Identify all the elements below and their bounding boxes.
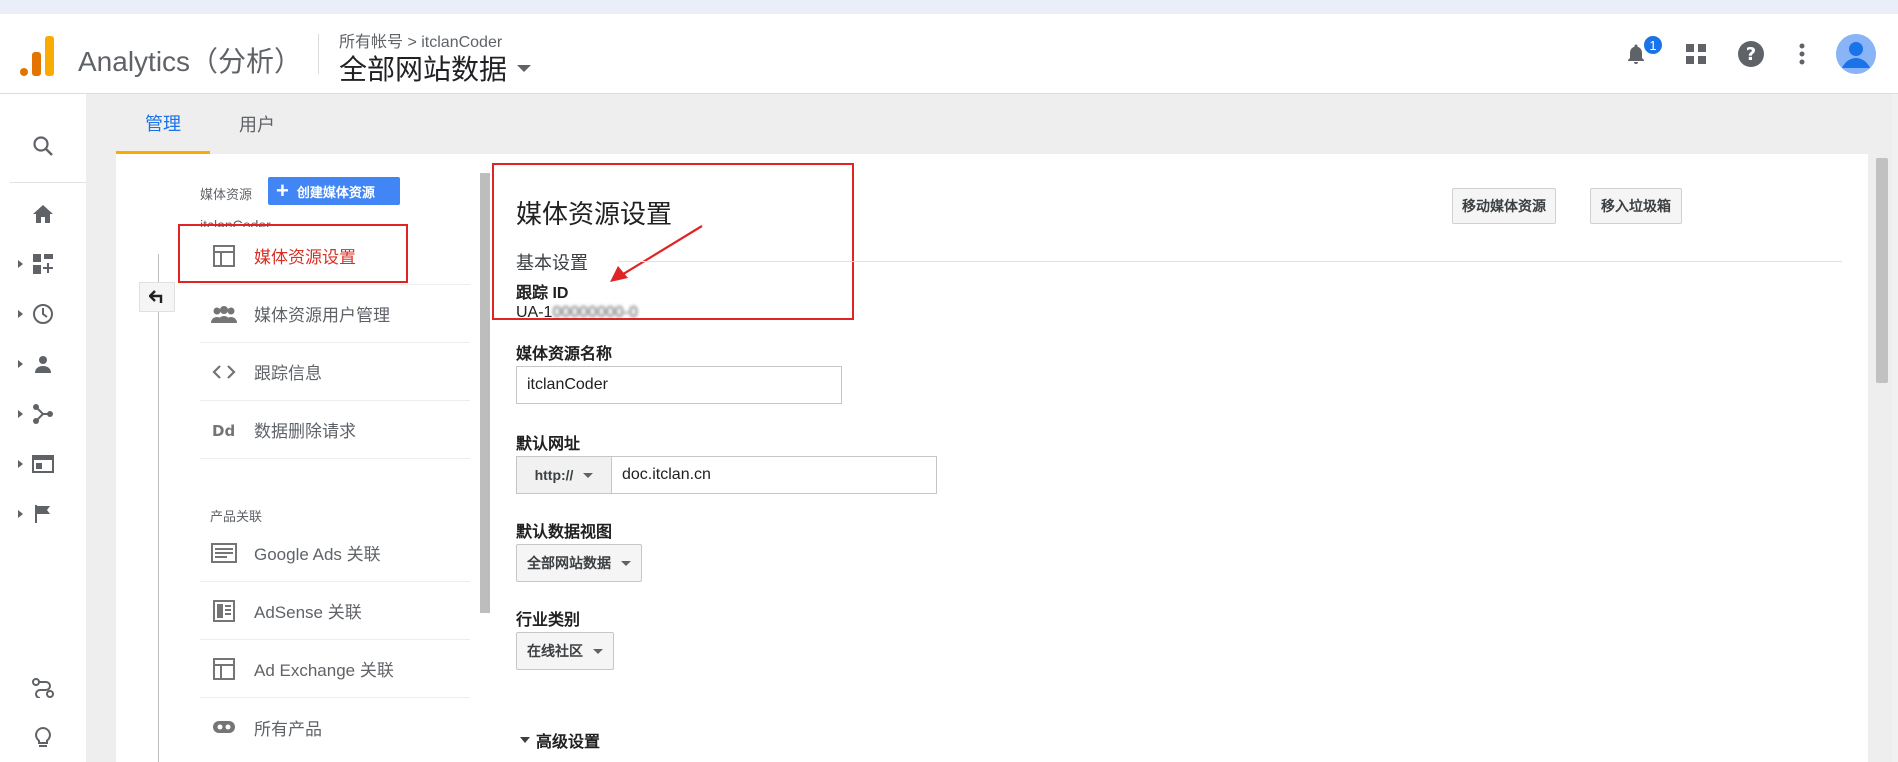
main-area: 管理 用户 媒体资源 + 创建媒体资源 itclanCoder 媒体资源设置 媒…: [86, 94, 1898, 762]
nav-label: AdSense 关联: [254, 603, 362, 622]
basic-settings-heading: 基本设置: [516, 253, 588, 273]
google-ads-icon: [210, 539, 238, 567]
nav-all-products[interactable]: 所有产品: [200, 698, 470, 756]
property-name-label: 媒体资源名称: [516, 346, 613, 363]
industry-label: 行业类别: [516, 612, 581, 629]
protocol-select[interactable]: http://: [516, 456, 612, 494]
people-icon: [210, 300, 238, 328]
account-avatar[interactable]: [1836, 34, 1876, 74]
behavior-icon[interactable]: [0, 444, 86, 484]
left-rail: [0, 94, 86, 762]
advanced-settings-toggle[interactable]: 高级设置: [520, 728, 600, 752]
protocol-value: http://: [534, 467, 574, 483]
column-connector-line: [158, 254, 159, 762]
expand-arrow-icon: [18, 260, 23, 268]
top-header: Analytics（分析） 所有帐号 > itclanCoder 全部网站数据 …: [0, 14, 1898, 94]
expand-arrow-icon: [18, 310, 23, 318]
create-property-label: 创建媒体资源: [296, 184, 375, 200]
nav-label: 跟踪信息: [254, 364, 322, 383]
default-url-input[interactable]: doc.itclan.cn: [611, 456, 937, 494]
industry-dropdown[interactable]: 在线社区: [516, 632, 614, 670]
advanced-settings-label: 高级设置: [536, 734, 601, 751]
expand-arrow-icon: [18, 460, 23, 468]
header-divider: [318, 34, 319, 74]
view-title: 全部网站数据: [339, 54, 508, 85]
expand-arrow-icon: [18, 410, 23, 418]
annotation-arrow-icon: [610, 225, 703, 282]
browser-top-strip: [0, 0, 1898, 14]
attribution-icon[interactable]: [0, 668, 86, 708]
nav-data-deletion[interactable]: Dd 数据删除请求: [200, 401, 470, 459]
nav-label: 媒体资源用户管理: [254, 306, 390, 325]
window-scrollbar[interactable]: [1892, 94, 1898, 762]
nav-google-ads-link[interactable]: Google Ads 关联: [200, 524, 470, 582]
nav-label: Google Ads 关联: [254, 545, 381, 564]
svg-text:?: ?: [1746, 44, 1756, 65]
nav-ad-exchange-link[interactable]: Ad Exchange 关联: [200, 640, 470, 698]
nav-label: 数据删除请求: [254, 422, 356, 441]
nav-tracking-info[interactable]: 跟踪信息: [200, 343, 470, 401]
search-icon[interactable]: [0, 126, 86, 166]
app-title: Analytics（分析）: [78, 46, 303, 77]
plus-icon: +: [276, 178, 289, 203]
tracking-id-redacted: 00000000-0: [552, 304, 638, 321]
conversions-flag-icon[interactable]: [0, 494, 86, 534]
chevron-down-icon: [517, 64, 532, 72]
expand-arrow-icon: [18, 360, 23, 368]
chevron-down-icon: [583, 472, 594, 478]
tracking-id-label: 跟踪 ID: [516, 285, 569, 302]
home-icon[interactable]: [0, 194, 86, 234]
expand-arrow-icon: [18, 510, 23, 518]
acquisition-icon[interactable]: [0, 394, 86, 434]
highlight-box-nav: [178, 224, 408, 283]
nav-adsense-link[interactable]: AdSense 关联: [200, 582, 470, 640]
analytics-app: Analytics（分析） 所有帐号 > itclanCoder 全部网站数据 …: [0, 14, 1898, 762]
lightbulb-icon[interactable]: [0, 718, 86, 758]
triangle-down-icon: [520, 737, 530, 743]
product-links-heading: 产品关联: [210, 509, 263, 524]
tab-users[interactable]: 用户: [210, 94, 304, 154]
default-view-value: 全部网站数据: [527, 555, 611, 571]
view-selector[interactable]: 全部网站数据: [339, 48, 532, 88]
admin-content: 媒体资源 + 创建媒体资源 itclanCoder 媒体资源设置 媒体资源用户管…: [116, 154, 1888, 762]
data-deletion-icon: Dd: [210, 416, 238, 444]
default-view-label: 默认数据视图: [516, 524, 613, 541]
industry-value: 在线社区: [527, 643, 583, 659]
move-to-trash-button[interactable]: 移入垃圾箱: [1590, 188, 1682, 224]
nav-property-user-management[interactable]: 媒体资源用户管理: [200, 285, 470, 343]
tracking-id-value: UA-100000000-0: [516, 304, 638, 322]
svg-text:Dd: Dd: [212, 422, 235, 438]
default-url-label: 默认网址: [516, 436, 581, 453]
tracking-id-prefix: UA-1: [516, 304, 553, 321]
analytics-logo-icon[interactable]: [20, 36, 56, 76]
collapse-back-button[interactable]: [139, 282, 175, 312]
ad-exchange-icon: [210, 655, 238, 683]
notification-badge: 1: [1642, 34, 1664, 56]
default-view-dropdown[interactable]: 全部网站数据: [516, 544, 642, 582]
chevron-down-icon: [593, 648, 603, 654]
property-column-scrollbar[interactable]: [480, 173, 490, 613]
section-divider: [618, 261, 1842, 262]
move-property-button[interactable]: 移动媒体资源: [1452, 188, 1556, 224]
link-icon: [210, 713, 238, 741]
property-name-input[interactable]: itclanCoder: [516, 366, 842, 404]
content-scrollbar[interactable]: [1876, 158, 1888, 383]
panel-title: 媒体资源设置: [516, 199, 673, 229]
more-vert-icon[interactable]: [1786, 38, 1818, 70]
chevron-down-icon: [621, 560, 631, 566]
adsense-icon: [210, 597, 238, 625]
apps-grid-icon[interactable]: [1680, 38, 1712, 70]
property-section-label: 媒体资源: [200, 187, 253, 202]
audience-person-icon[interactable]: [0, 344, 86, 384]
realtime-clock-icon[interactable]: [0, 294, 86, 334]
nav-label: Ad Exchange 关联: [254, 661, 394, 680]
customization-icon[interactable]: [0, 244, 86, 284]
code-brackets-icon: [210, 358, 238, 386]
admin-tabs: 管理 用户: [116, 94, 1868, 154]
nav-label: 所有产品: [254, 719, 322, 739]
tab-admin[interactable]: 管理: [116, 94, 210, 154]
help-icon[interactable]: ?: [1735, 38, 1767, 70]
rail-divider: [10, 182, 86, 183]
create-property-button[interactable]: + 创建媒体资源: [268, 177, 400, 205]
